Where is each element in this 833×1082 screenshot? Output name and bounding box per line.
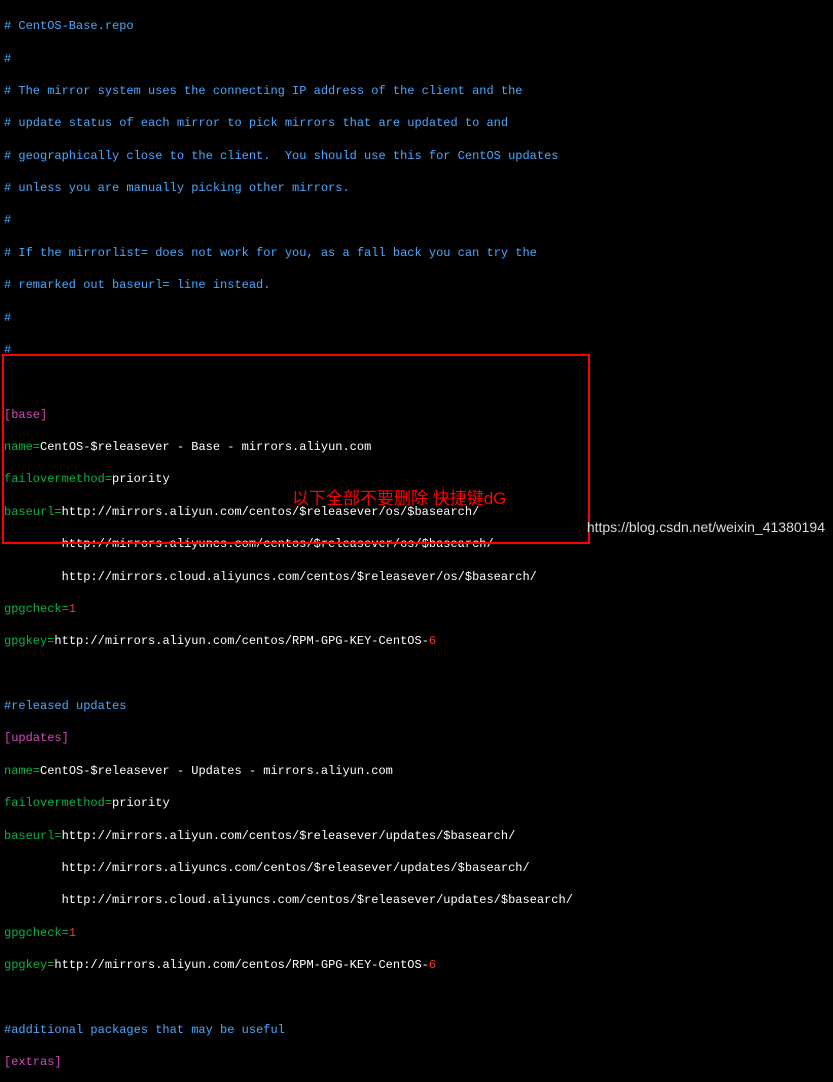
suffix: 6 bbox=[429, 958, 436, 972]
blank-line bbox=[4, 374, 829, 390]
comment-line: # bbox=[4, 51, 829, 67]
blank-line bbox=[4, 666, 829, 682]
val: priority bbox=[112, 472, 170, 486]
comment-line: #released updates bbox=[4, 698, 829, 714]
val: 1 bbox=[69, 602, 76, 616]
cfg-line: name=CentOS-$releasever - Updates - mirr… bbox=[4, 763, 829, 779]
terminal-editor[interactable]: # CentOS-Base.repo # # The mirror system… bbox=[0, 0, 833, 1082]
comment-line: # update status of each mirror to pick m… bbox=[4, 115, 829, 131]
val: priority bbox=[112, 796, 170, 810]
comment-line: # If the mirrorlist= does not work for y… bbox=[4, 245, 829, 261]
key: baseurl= bbox=[4, 829, 62, 843]
url-line: http://mirrors.cloud.aliyuncs.com/centos… bbox=[4, 569, 829, 585]
val: 1 bbox=[69, 926, 76, 940]
comment-line: # remarked out baseurl= line instead. bbox=[4, 277, 829, 293]
url-line: http://mirrors.aliyuncs.com/centos/$rele… bbox=[4, 860, 829, 876]
val: http://mirrors.aliyun.com/centos/$releas… bbox=[62, 505, 480, 519]
key: gpgkey= bbox=[4, 634, 54, 648]
cfg-line: baseurl=http://mirrors.aliyun.com/centos… bbox=[4, 504, 829, 520]
val: CentOS-$releasever - Updates - mirrors.a… bbox=[40, 764, 393, 778]
val: http://mirrors.aliyun.com/centos/$releas… bbox=[62, 829, 516, 843]
key: baseurl= bbox=[4, 505, 62, 519]
url-line: http://mirrors.cloud.aliyuncs.com/centos… bbox=[4, 892, 829, 908]
section-updates: [updates] bbox=[4, 730, 829, 746]
val: http://mirrors.aliyun.com/centos/RPM-GPG… bbox=[54, 958, 428, 972]
cfg-line: gpgcheck=1 bbox=[4, 601, 829, 617]
comment-line: # geographically close to the client. Yo… bbox=[4, 148, 829, 164]
key: name= bbox=[4, 440, 40, 454]
comment-line: # CentOS-Base.repo bbox=[4, 18, 829, 34]
cfg-line: name=CentOS-$releasever - Base - mirrors… bbox=[4, 439, 829, 455]
key: gpgkey= bbox=[4, 958, 54, 972]
suffix: 6 bbox=[429, 634, 436, 648]
blank-line bbox=[4, 989, 829, 1005]
key: name= bbox=[4, 764, 40, 778]
cfg-line: gpgkey=http://mirrors.aliyun.com/centos/… bbox=[4, 957, 829, 973]
key: failovermethod= bbox=[4, 796, 112, 810]
val: CentOS-$releasever - Base - mirrors.aliy… bbox=[40, 440, 371, 454]
key: gpgcheck= bbox=[4, 926, 69, 940]
section-extras: [extras] bbox=[4, 1054, 829, 1070]
comment-line: # The mirror system uses the connecting … bbox=[4, 83, 829, 99]
cfg-line: gpgkey=http://mirrors.aliyun.com/centos/… bbox=[4, 633, 829, 649]
comment-line: #additional packages that may be useful bbox=[4, 1022, 829, 1038]
url-line: http://mirrors.aliyuncs.com/centos/$rele… bbox=[4, 536, 829, 552]
cfg-line: baseurl=http://mirrors.aliyun.com/centos… bbox=[4, 828, 829, 844]
cfg-line: failovermethod=priority bbox=[4, 471, 829, 487]
comment-line: # bbox=[4, 342, 829, 358]
comment-line: # bbox=[4, 310, 829, 326]
key: gpgcheck= bbox=[4, 602, 69, 616]
key: failovermethod= bbox=[4, 472, 112, 486]
val: http://mirrors.aliyun.com/centos/RPM-GPG… bbox=[54, 634, 428, 648]
cfg-line: gpgcheck=1 bbox=[4, 925, 829, 941]
comment-line: # unless you are manually picking other … bbox=[4, 180, 829, 196]
section-base: [base] bbox=[4, 407, 829, 423]
comment-line: # bbox=[4, 212, 829, 228]
cfg-line: failovermethod=priority bbox=[4, 795, 829, 811]
